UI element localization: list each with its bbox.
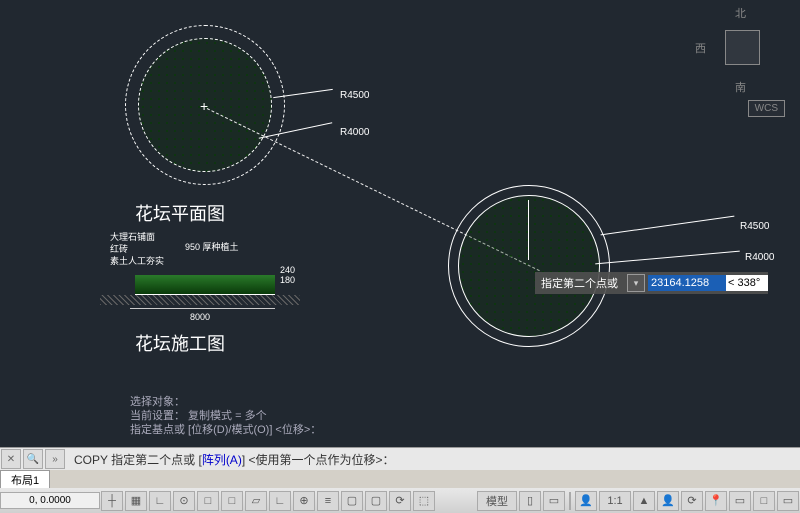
wcs-label[interactable]: WCS xyxy=(748,100,785,117)
cmd-text1: 指定第二个点或 [ xyxy=(111,453,202,467)
toolbar-lock[interactable]: 📍 xyxy=(705,491,727,511)
dyn-toggle[interactable]: ⊕ xyxy=(293,491,315,511)
dim-r4500b: R4500 xyxy=(740,221,769,232)
leader-4 xyxy=(595,251,740,265)
dim-r4000: R4000 xyxy=(340,127,369,138)
title-plan: 花坛平面图 xyxy=(135,200,225,226)
sect-d3: 8000 xyxy=(190,312,210,322)
hist-line-1: 选择对象： xyxy=(130,395,321,409)
viewcube-north[interactable]: 北 xyxy=(735,5,746,21)
circle-inner-2[interactable] xyxy=(458,195,600,337)
lwt-toggle[interactable]: ≡ xyxy=(317,491,339,511)
angle-input[interactable] xyxy=(726,275,768,291)
layout-tabs[interactable]: 布局1 xyxy=(0,470,800,488)
quickview-layouts[interactable]: ▯ xyxy=(519,491,541,511)
distance-input[interactable] xyxy=(648,275,726,291)
annoscale-icon[interactable]: 👤 xyxy=(575,491,597,511)
grid-toggle[interactable]: ▦ xyxy=(125,491,147,511)
3dosnap-toggle[interactable]: □ xyxy=(221,491,243,511)
cmd-option-array[interactable]: 阵列(A) xyxy=(202,453,242,467)
soil-hatch xyxy=(100,295,300,305)
leader-3 xyxy=(601,216,735,236)
tab-layout1[interactable]: 布局1 xyxy=(0,470,50,489)
ducs-toggle[interactable]: ∟ xyxy=(269,491,291,511)
hist-line-2: 当前设置： 复制模式 = 多个 xyxy=(130,409,321,423)
command-line-bar[interactable]: ✕ 🔍 » COPY 指定第二个点或 [阵列(A)] <使用第一个点作为位移>： xyxy=(0,447,800,470)
drawing-canvas[interactable]: 北 西 南 WCS + R4500 R4000 花坛平面图 R4500 R400… xyxy=(0,0,800,420)
annotation-scale[interactable]: 1:1 xyxy=(599,491,631,511)
viewcube-west[interactable]: 西 xyxy=(695,40,706,56)
quickview-drawings[interactable]: ▭ xyxy=(543,491,565,511)
ortho-toggle[interactable]: ∟ xyxy=(149,491,171,511)
cursor-vline xyxy=(528,200,529,260)
sect-d1: 240 xyxy=(280,265,295,275)
osnap-toggle[interactable]: □ xyxy=(197,491,219,511)
dim-r4000b: R4000 xyxy=(745,252,774,263)
snap-toggle[interactable]: ┼ xyxy=(101,491,123,511)
status-bar: 0, 0.0000 ┼ ▦ ∟ ⊙ □ □ ▱ ∟ ⊕ ≡ ▢ ▢ ⟳ ⬚ 模型… xyxy=(0,488,800,513)
model-space-button[interactable]: 模型 xyxy=(477,491,517,511)
viewcube-face[interactable] xyxy=(725,30,760,65)
separator xyxy=(569,492,571,510)
prompt-label: 指定第二个点或 xyxy=(535,275,624,291)
command-input[interactable]: COPY 指定第二个点或 [阵列(A)] <使用第一个点作为位移>： xyxy=(66,451,800,468)
close-cmdline-button[interactable]: ✕ xyxy=(1,449,21,469)
grass-hatch xyxy=(135,275,275,295)
autoscale-toggle[interactable]: 👤 xyxy=(657,491,679,511)
workspace-switch[interactable]: ⟳ xyxy=(681,491,703,511)
cmd-name: COPY xyxy=(74,453,108,467)
tpy-toggle[interactable]: ▢ xyxy=(341,491,363,511)
cmd-text2: ] <使用第一个点作为位移>： xyxy=(242,453,395,467)
coordinate-display[interactable]: 0, 0.0000 xyxy=(0,492,100,509)
sect-label-3: 素土人工夯实 xyxy=(110,254,164,267)
hardware-accel[interactable]: ▭ xyxy=(729,491,751,511)
sc-toggle[interactable]: ⟳ xyxy=(389,491,411,511)
qp-toggle[interactable]: ▢ xyxy=(365,491,387,511)
cmdline-icon: » xyxy=(45,449,65,469)
isolate-objects[interactable]: □ xyxy=(753,491,775,511)
polar-toggle[interactable]: ⊙ xyxy=(173,491,195,511)
otrack-toggle[interactable]: ▱ xyxy=(245,491,267,511)
command-history: 选择对象： 当前设置： 复制模式 = 多个 指定基点或 [位移(D)/模式(O)… xyxy=(130,395,321,437)
sect-label-4: 950 厚种植土 xyxy=(185,240,239,253)
dim-r4500: R4500 xyxy=(340,90,369,101)
clean-screen[interactable]: ▭ xyxy=(777,491,799,511)
prompt-options-icon[interactable]: ▾ xyxy=(627,274,645,292)
dynamic-input-tooltip: 指定第二个点或 ▾ xyxy=(535,272,768,294)
title-section: 花坛施工图 xyxy=(135,330,225,356)
dim-line-8000 xyxy=(130,308,275,309)
annovisibility-toggle[interactable]: ▲ xyxy=(633,491,655,511)
am-toggle[interactable]: ⬚ xyxy=(413,491,435,511)
sect-d2: 180 xyxy=(280,275,295,285)
center-mark-1: + xyxy=(200,98,208,114)
hist-line-3: 指定基点或 [位移(D)/模式(O)] <位移>： xyxy=(130,423,321,437)
view-cube[interactable]: 北 西 南 xyxy=(695,5,785,95)
search-button[interactable]: 🔍 xyxy=(23,449,43,469)
viewcube-south[interactable]: 南 xyxy=(735,79,746,95)
